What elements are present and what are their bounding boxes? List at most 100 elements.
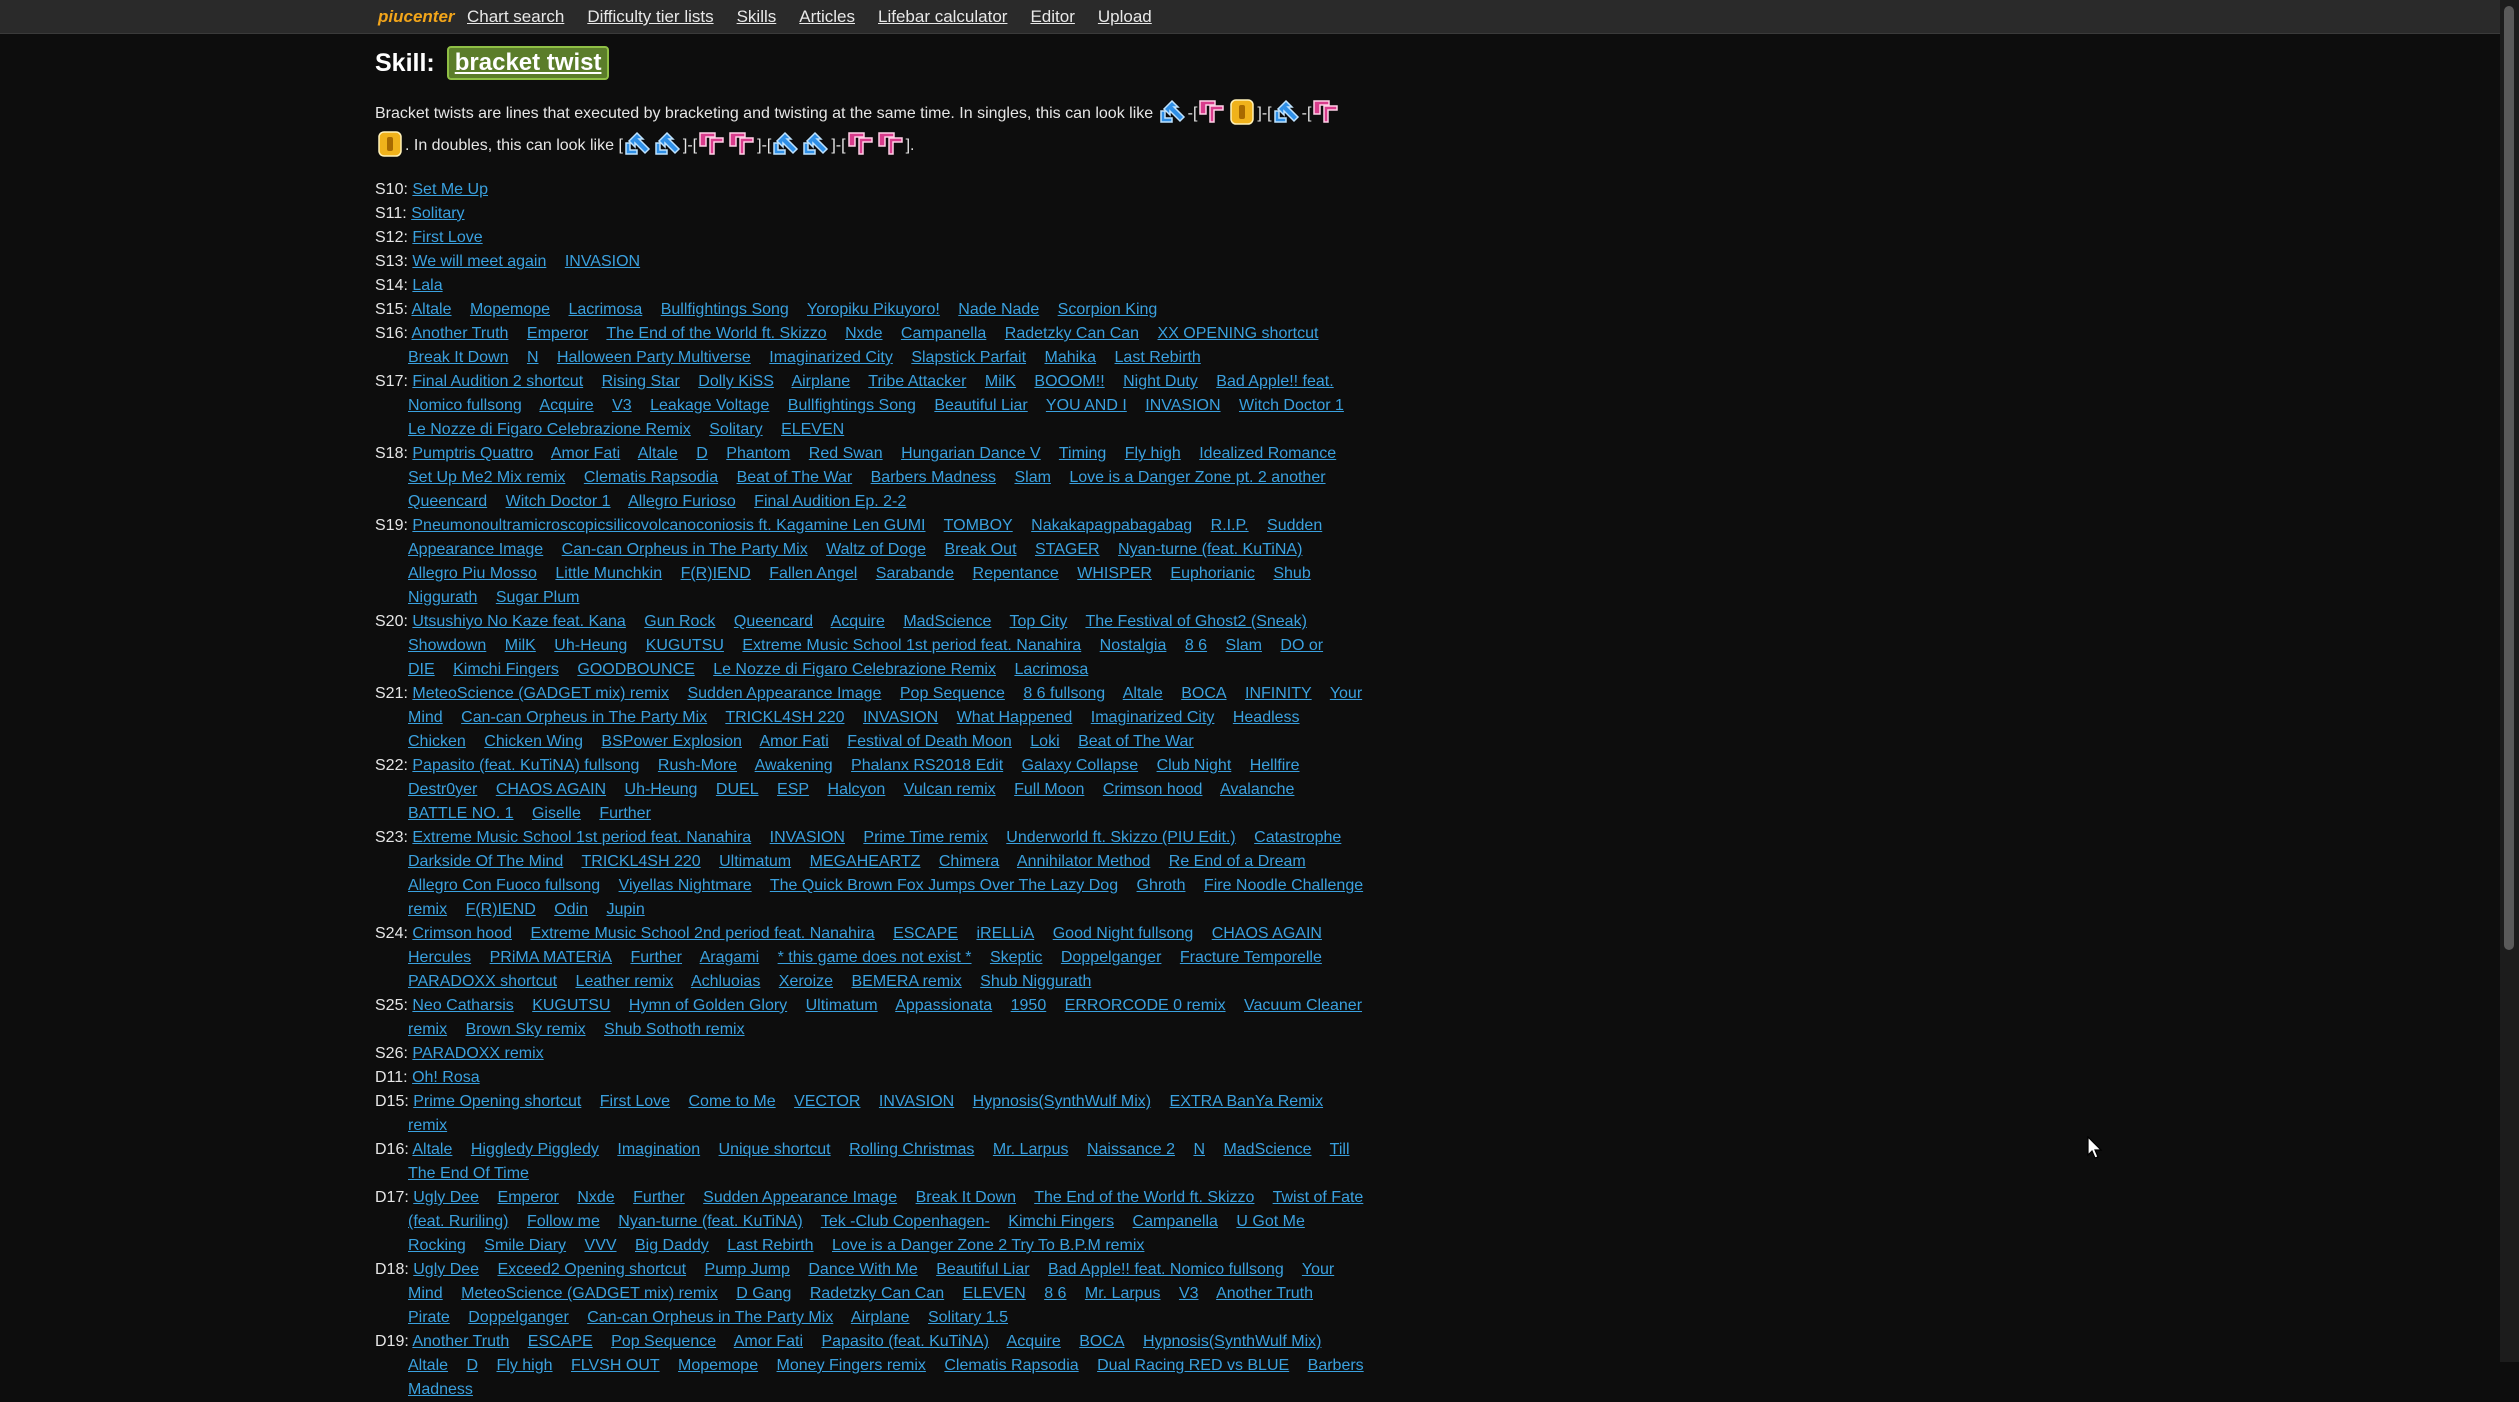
song-link[interactable]: MilK [985,373,1016,390]
song-link[interactable]: Break It Down [916,1189,1016,1206]
song-link[interactable]: Darkside Of The Mind [408,853,563,870]
song-link[interactable]: F(R)IEND [681,565,751,582]
song-link[interactable]: Shub Niggurath [980,973,1091,990]
song-link[interactable]: Airplane [791,373,850,390]
song-link[interactable]: ELEVEN [963,1285,1026,1302]
song-link[interactable]: Smile Diary [484,1237,566,1254]
song-link[interactable]: Kimchi Fingers [1008,1213,1114,1230]
song-link[interactable]: ESCAPE [528,1333,593,1350]
song-link[interactable]: Solitary [709,421,762,438]
song-link[interactable]: Tek -Club Copenhagen- [821,1213,990,1230]
song-link[interactable]: Hellfire [1250,757,1300,774]
song-link[interactable]: PRiMA MATERiA [490,949,612,966]
song-link[interactable]: Utsushiyo No Kaze feat. Kana [412,613,625,630]
song-link[interactable]: Rolling Christmas [849,1141,974,1158]
song-link[interactable]: KUGUTSU [532,997,610,1014]
song-link[interactable]: Good Night fullsong [1053,925,1194,942]
song-link[interactable]: 8 6 fullsong [1023,685,1105,702]
song-link[interactable]: Night Duty [1123,373,1198,390]
song-link[interactable]: Witch Doctor 1 [1239,397,1344,414]
song-link[interactable]: Witch Doctor 1 [506,493,611,510]
song-link[interactable]: Love is a Danger Zone pt. 2 another [1069,469,1325,486]
song-link[interactable]: Imaginarized City [1091,709,1215,726]
song-link[interactable]: Extreme Music School 1st period feat. Na… [742,637,1081,654]
nav-skills[interactable]: Skills [737,7,777,27]
song-link[interactable]: BOCA [1079,1333,1124,1350]
song-link[interactable]: Catastrophe [1254,829,1341,846]
song-link[interactable]: Altale [638,445,678,462]
song-link[interactable]: Another Truth [412,1333,509,1350]
song-link[interactable]: INFINITY [1245,685,1312,702]
song-link[interactable]: PARADOXX shortcut [408,973,557,990]
song-link[interactable]: Hymn of Golden Glory [629,997,787,1014]
song-link[interactable]: The End of the World ft. Skizzo [606,325,826,342]
song-link[interactable]: Last Rebirth [1115,349,1201,366]
song-link[interactable]: Campanella [901,325,986,342]
song-link[interactable]: Phalanx RS2018 Edit [851,757,1003,774]
song-link[interactable]: Crimson hood [412,925,512,942]
song-link[interactable]: Mopemope [678,1357,758,1374]
song-link[interactable]: Ghroth [1137,877,1186,894]
song-link[interactable]: Chimera [939,853,999,870]
song-link[interactable]: Rush-More [658,757,737,774]
song-link[interactable]: Rising Star [602,373,680,390]
song-link[interactable]: Lacrimosa [1014,661,1088,678]
song-link[interactable]: Tribe Attacker [868,373,966,390]
song-link[interactable]: Dance With Me [808,1261,917,1278]
song-link[interactable]: Appassionata [895,997,992,1014]
song-link[interactable]: CHAOS AGAIN [1212,925,1322,942]
song-link[interactable]: Brown Sky remix [466,1021,586,1038]
song-link[interactable]: Final Audition 2 shortcut [412,373,583,390]
song-link[interactable]: Neo Catharsis [412,997,513,1014]
song-link[interactable]: Underworld ft. Skizzo (PIU Edit.) [1006,829,1235,846]
song-link[interactable]: * this game does not exist * [778,949,972,966]
song-link[interactable]: Top City [1010,613,1068,630]
song-link[interactable]: What Happened [957,709,1073,726]
song-link[interactable]: Waltz of Doge [826,541,926,558]
nav-chart-search[interactable]: Chart search [467,7,564,27]
song-link[interactable]: Solitary 1.5 [928,1309,1008,1326]
brand-logo[interactable]: piucenter [378,7,455,27]
song-link[interactable]: Nostalgia [1100,637,1167,654]
song-link[interactable]: Little Munchkin [555,565,662,582]
song-link[interactable]: Further [599,805,651,822]
song-link[interactable]: Destr0yer [408,781,477,798]
song-link[interactable]: Mr. Larpus [1085,1285,1161,1302]
song-link[interactable]: Mr. Larpus [993,1141,1069,1158]
song-link[interactable]: Gun Rock [644,613,715,630]
song-link[interactable]: Yoropiku Pikuyoro! [807,301,940,318]
song-link[interactable]: Imagination [617,1141,700,1158]
song-link[interactable]: Emperor [527,325,588,342]
song-link[interactable]: Beat of The War [737,469,853,486]
song-link[interactable]: Amor Fati [760,733,829,750]
song-link[interactable]: BOCA [1181,685,1226,702]
song-link[interactable]: Beautiful Liar [934,397,1027,414]
song-link[interactable]: BEMERA remix [851,973,961,990]
song-link[interactable]: Further [633,1189,685,1206]
song-link[interactable]: Slapstick Parfait [911,349,1026,366]
song-link[interactable]: Follow me [527,1213,600,1230]
song-link[interactable]: INVASION [879,1093,954,1110]
song-link[interactable]: Hypnosis(SynthWulf Mix) [973,1093,1151,1110]
song-link[interactable]: Uh-Heung [625,781,698,798]
song-link[interactable]: Big Daddy [635,1237,709,1254]
song-link[interactable]: Avalanche [1220,781,1294,798]
song-link[interactable]: D [696,445,708,462]
song-link[interactable]: Halloween Party Multiverse [557,349,751,366]
song-link[interactable]: ESCAPE [893,925,958,942]
song-link[interactable]: Last Rebirth [727,1237,813,1254]
song-link[interactable]: Doppelganger [1061,949,1162,966]
song-link[interactable]: Loki [1030,733,1059,750]
song-link[interactable]: Amor Fati [734,1333,803,1350]
song-link[interactable]: Nxde [577,1189,614,1206]
song-link[interactable]: Set Me Up [412,181,488,198]
song-link[interactable]: Uh-Heung [554,637,627,654]
song-link[interactable]: Pop Sequence [611,1333,716,1350]
song-link[interactable]: Hypnosis(SynthWulf Mix) [1143,1333,1321,1350]
song-link[interactable]: Altale [412,1141,452,1158]
song-link[interactable]: Red Swan [809,445,883,462]
song-link[interactable]: Love is a Danger Zone 2 Try To B.P.M rem… [832,1237,1144,1254]
song-link[interactable]: Ugly Dee [413,1189,479,1206]
song-link[interactable]: Come to Me [688,1093,775,1110]
song-link[interactable]: CHAOS AGAIN [496,781,606,798]
